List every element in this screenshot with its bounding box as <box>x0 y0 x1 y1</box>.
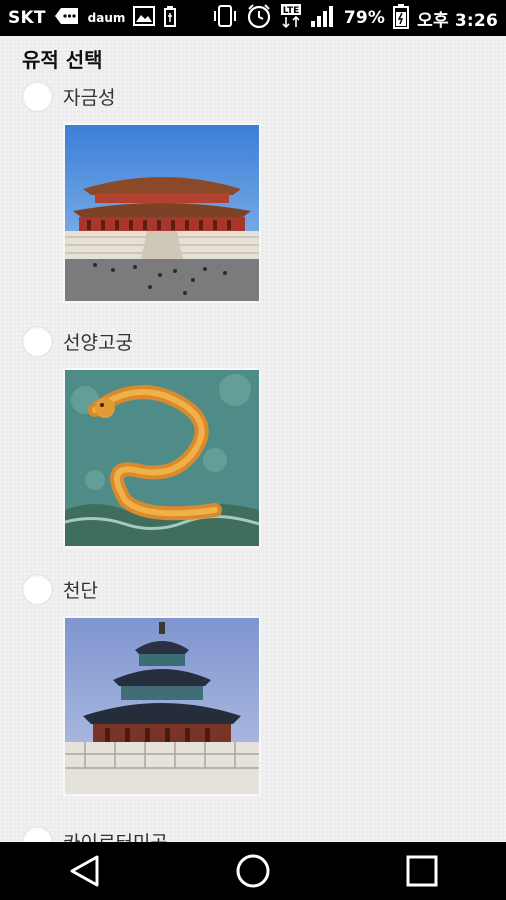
lte-icon: LTE <box>280 3 302 33</box>
temple-of-heaven-image <box>65 618 259 794</box>
status-right: LTE 79% 오후 3:26 <box>212 3 498 33</box>
page-title: 유적 선택 <box>22 48 103 72</box>
svg-text:LTE: LTE <box>283 6 300 16</box>
alarm-icon <box>246 3 272 33</box>
recents-icon <box>406 855 438 887</box>
dragon-wall-image <box>65 370 259 546</box>
gallery-icon <box>133 6 156 30</box>
home-button[interactable] <box>223 842 283 900</box>
back-button[interactable] <box>54 842 114 900</box>
option-label: 카이로터미곳 <box>63 828 168 842</box>
site-photo <box>63 123 261 303</box>
battery-icon <box>393 3 410 33</box>
option-row[interactable]: 자금성 <box>22 81 115 112</box>
forbidden-city-image <box>65 125 259 301</box>
usb-icon <box>163 5 177 31</box>
radio-button[interactable] <box>22 81 53 112</box>
radio-button[interactable] <box>22 574 53 605</box>
status-left: SKT daum <box>8 5 177 31</box>
option-label: 선양고궁 <box>63 332 133 354</box>
carrier-label: SKT <box>8 8 46 28</box>
home-icon <box>236 854 270 888</box>
radio-button[interactable] <box>22 826 53 842</box>
site-photo <box>63 616 261 796</box>
content-area: 유적 선택 자금성 선양고궁 천단 <box>0 36 506 842</box>
battery-percent: 79% <box>343 8 386 28</box>
site-photo <box>63 368 261 548</box>
navigation-bar <box>0 842 506 900</box>
radio-button[interactable] <box>22 326 53 357</box>
back-icon <box>70 855 99 887</box>
message-icon <box>54 7 80 29</box>
option-row[interactable]: 선양고궁 <box>22 326 133 357</box>
signal-icon <box>310 4 336 32</box>
recents-button[interactable] <box>392 842 452 900</box>
option-row[interactable]: 천단 <box>22 574 98 605</box>
option-row[interactable]: 카이로터미곳 <box>22 826 168 842</box>
option-label: 자금성 <box>63 87 116 109</box>
clock-time: 오후 3:26 <box>417 10 498 31</box>
daum-app-icon: daum <box>87 11 126 25</box>
status-bar: SKT daum LTE 79% 오후 3:26 <box>0 0 506 36</box>
option-label: 천단 <box>63 580 98 602</box>
vibrate-icon <box>212 4 238 32</box>
